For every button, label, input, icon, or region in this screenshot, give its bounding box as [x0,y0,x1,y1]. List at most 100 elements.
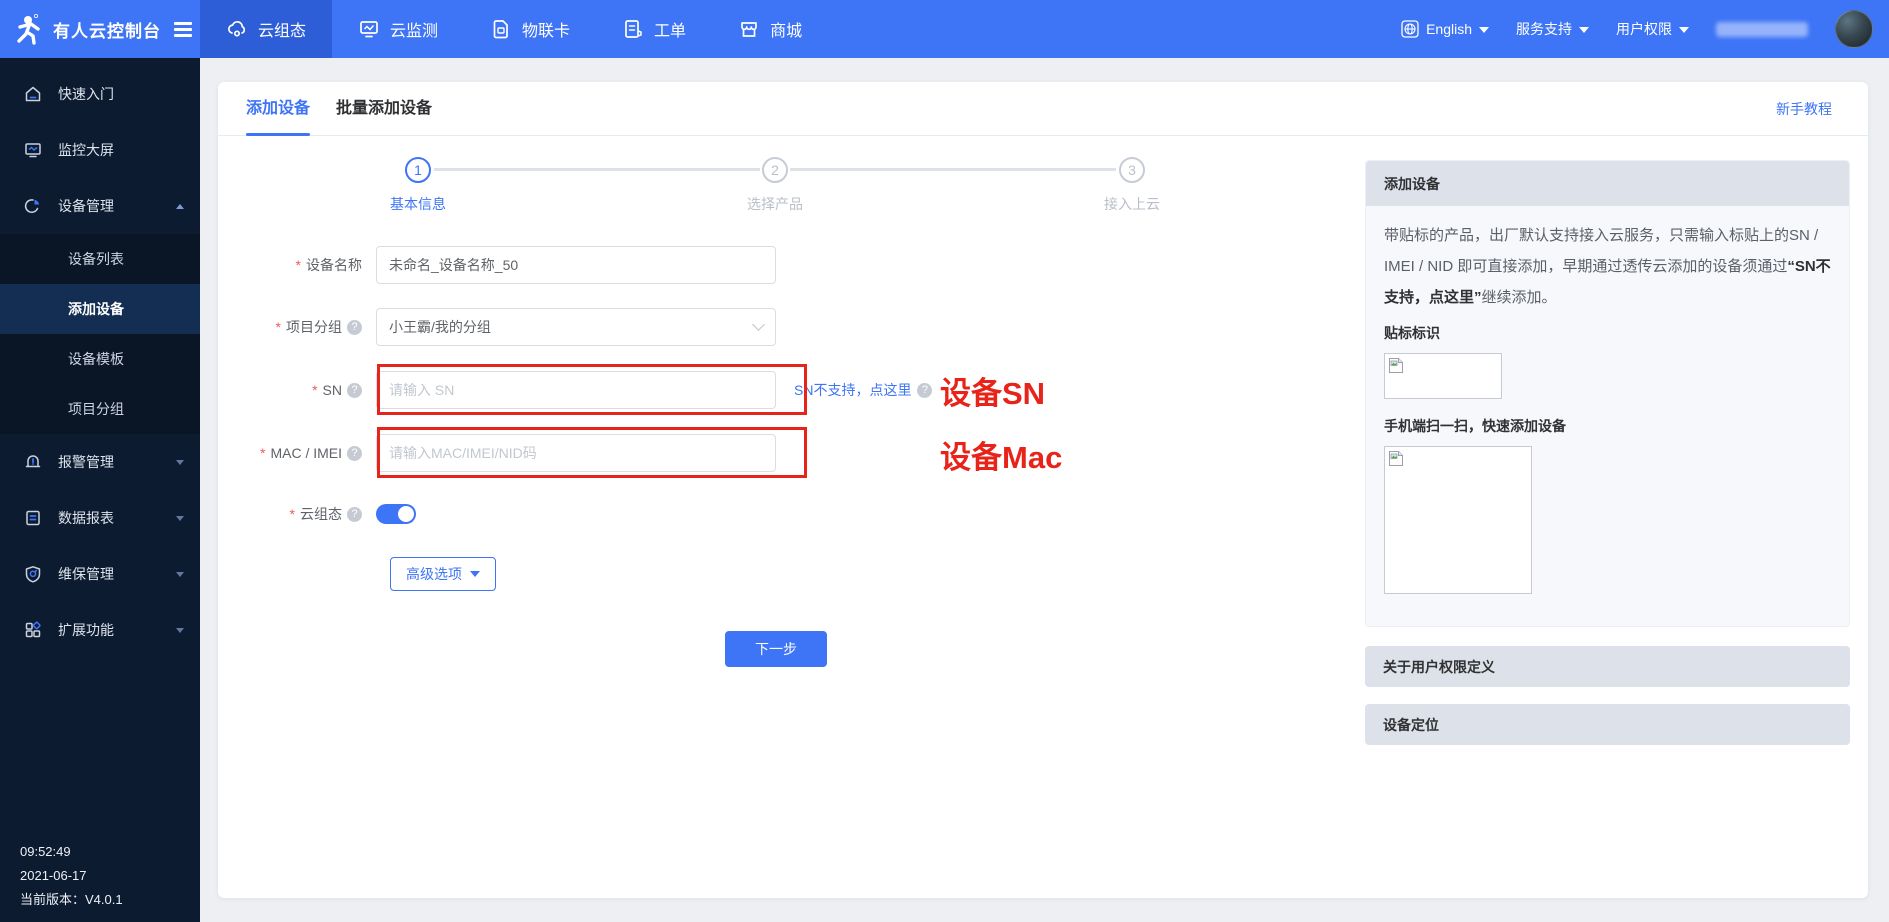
support-menu[interactable]: 服务支持 [1516,19,1589,39]
tutorial-link[interactable]: 新手教程 [1776,82,1832,136]
device-name-value: 未命名_设备名称_50 [389,255,518,275]
sidebar-item-device-management[interactable]: 设备管理 [0,178,200,234]
sidebar-item-data-reports[interactable]: 数据报表 [0,490,200,546]
step-1-label: 基本信息 [390,194,446,214]
sidebar-subitem-label: 添加设备 [68,299,124,319]
advanced-options-button[interactable]: 高级选项 [390,557,496,591]
nav-item-label: 云监测 [390,17,438,41]
device-name-label: * 设备名称 [218,255,376,275]
sidebar-item-alarm-management[interactable]: 报警管理 [0,434,200,490]
step-number: 3 [1128,162,1136,178]
device-management-submenu: 设备列表 添加设备 设备模板 项目分组 [0,234,200,434]
sim-card-icon [490,18,512,40]
sidebar-item-label: 扩展功能 [58,620,160,640]
sidebar-item-label: 快速入门 [58,84,184,104]
support-label: 服务支持 [1516,19,1572,39]
required-mark: * [312,382,317,398]
step-3-label: 接入上云 [1104,194,1160,214]
nav-item-cloud-scada[interactable]: 云组态 [200,0,332,58]
extensions-grid-icon [24,621,42,639]
sidebar-item-label: 维保管理 [58,564,160,584]
globe-icon [1401,20,1419,38]
language-label: English [1426,21,1472,37]
sidebar-item-label: 监控大屏 [58,140,184,160]
project-group-select[interactable]: 小王霸/我的分组 [376,308,776,346]
sn-placeholder: 请输入 SN [389,380,454,400]
sidebar-item-project-group[interactable]: 项目分组 [0,384,200,434]
help-icon[interactable]: ? [347,507,362,522]
sidebar-footer: 09:52:49 2021-06-17 当前版本：V4.0.1 [20,840,123,912]
big-screen-icon [24,141,42,159]
avatar[interactable] [1835,10,1873,48]
caret-down-icon [470,571,480,577]
sidebar-subitem-label: 设备模板 [68,349,124,369]
info-panel-permissions-title: 关于用户权限定义 [1383,657,1495,677]
device-name-input[interactable]: 未命名_设备名称_50 [376,246,776,284]
content-card: 添加设备 批量添加设备 新手教程 1 2 3 基本信息 选择产品 接入上云 * … [218,82,1868,898]
nav-item-work-order[interactable]: 工单 [596,0,712,58]
nav-item-cloud-monitor[interactable]: 云监测 [332,0,464,58]
home-icon [24,85,42,103]
brand-title: 有人云控制台 [53,17,161,42]
tab-batch-add-device[interactable]: 批量添加设备 [336,82,432,136]
info-paragraph: 带贴标的产品，出厂默认支持接入云服务，只需输入标贴上的SN / IMEI / N… [1384,227,1831,306]
language-menu[interactable]: English [1401,20,1489,38]
qr-code-image-broken [1384,446,1532,594]
mac-input[interactable]: 请输入MAC/IMEI/NID码 [376,434,776,472]
step-3-circle: 3 [1119,157,1145,183]
sidebar-item-extensions[interactable]: 扩展功能 [0,602,200,658]
scada-toggle[interactable] [376,504,416,524]
nav-item-label: 云组态 [258,17,306,41]
report-icon [24,509,42,527]
device-name-row: * 设备名称 未命名_设备名称_50 [218,246,776,284]
mac-placeholder: 请输入MAC/IMEI/NID码 [389,443,537,463]
sidebar-item-device-list[interactable]: 设备列表 [0,234,200,284]
next-step-button[interactable]: 下一步 [725,631,827,667]
nav-item-iot-card[interactable]: 物联卡 [464,0,596,58]
device-pie-icon [24,197,42,215]
caret-down-icon [176,628,184,633]
chevron-down-icon [752,318,765,331]
step-1-circle: 1 [405,157,431,183]
sidebar-item-label: 报警管理 [58,452,160,472]
required-mark: * [296,257,301,273]
info-panel-body: 带贴标的产品，出厂默认支持接入云服务，只需输入标贴上的SN / IMEI / N… [1366,206,1849,594]
version-label: 当前版本：V4.0.1 [20,888,123,912]
step-connector [434,168,760,171]
info-panel-permissions[interactable]: 关于用户权限定义 [1365,646,1850,687]
hamburger-menu-icon[interactable] [174,22,192,37]
sidebar-item-dashboard[interactable]: 监控大屏 [0,122,200,178]
required-mark: * [276,319,281,335]
step-number: 1 [414,162,422,178]
toggle-knob [398,506,414,522]
sn-input[interactable]: 请输入 SN [376,371,776,409]
permissions-label: 用户权限 [1616,19,1672,39]
mac-label: * MAC / IMEI ? [218,445,376,461]
help-icon[interactable]: ? [347,383,362,398]
nav-item-mall[interactable]: 商城 [712,0,828,58]
help-icon[interactable]: ? [347,446,362,461]
storefront-icon [738,18,760,40]
label-text: SN [323,382,342,398]
help-icon[interactable]: ? [917,383,932,398]
sidebar-item-maintenance[interactable]: 维保管理 [0,546,200,602]
top-navbar: 有人云控制台 云组态 云监测 物联卡 [0,0,1889,58]
step-2-label: 选择产品 [747,194,803,214]
sn-annotation-text: 设备SN [940,368,1045,413]
paragraph-text: 带贴标的产品，出厂默认支持接入云服务，只需输入标贴上的SN / IMEI / N… [1384,227,1818,275]
broken-image-icon [1388,357,1405,374]
label-text: 项目分组 [286,317,342,337]
tab-add-device[interactable]: 添加设备 [246,82,310,136]
label-text: MAC / IMEI [270,445,342,461]
sidebar-item-device-template[interactable]: 设备模板 [0,334,200,384]
sidebar-item-quick-start[interactable]: 快速入门 [0,66,200,122]
permissions-menu[interactable]: 用户权限 [1616,19,1689,39]
help-icon[interactable]: ? [347,320,362,335]
sn-not-supported-link[interactable]: SN不支持，点这里 [794,380,911,400]
caret-down-icon [1679,27,1689,33]
mac-annotation-text: 设备Mac [940,432,1062,477]
sidebar-item-label: 数据报表 [58,508,160,528]
info-panel-device-location[interactable]: 设备定位 [1365,704,1850,745]
sidebar-item-add-device[interactable]: 添加设备 [0,284,200,334]
mac-row: * MAC / IMEI ? 请输入MAC/IMEI/NID码 [218,434,776,472]
